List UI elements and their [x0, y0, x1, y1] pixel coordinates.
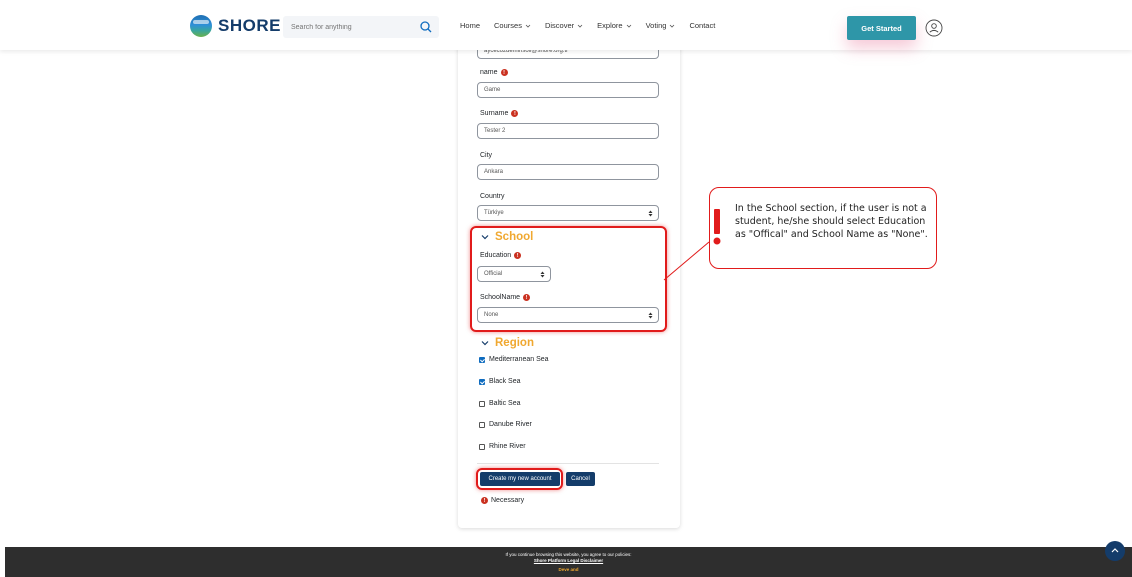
chevron-down-icon — [626, 24, 631, 28]
scroll-to-top-button[interactable] — [1105, 541, 1125, 561]
nav-label: Discover — [544, 21, 575, 30]
site-footer: If you continue browsing this website, y… — [5, 547, 1132, 577]
user-icon[interactable] — [925, 19, 943, 37]
nav-label: Explore — [597, 21, 623, 30]
search-box — [283, 16, 439, 38]
nav-item-contact[interactable]: Contact — [689, 21, 715, 30]
chevron-down-icon — [525, 24, 531, 28]
get-started-button[interactable]: Get Started — [847, 16, 916, 40]
nav-item-courses[interactable]: Courses — [494, 21, 531, 30]
nav-item-explore[interactable]: Explore — [597, 21, 631, 30]
nav-item-voting[interactable]: Voting — [646, 21, 676, 30]
chevron-down-icon — [577, 24, 583, 28]
logo[interactable]: SHORE — [190, 15, 281, 37]
annotation-connector — [663, 241, 710, 281]
footer-credit: Deve and — [558, 567, 579, 572]
annotation-text: In the School section, if the user is no… — [735, 203, 928, 240]
search-icon[interactable] — [419, 20, 433, 34]
globe-logo-icon — [190, 15, 212, 37]
search-input[interactable] — [291, 20, 411, 34]
chevron-down-icon — [670, 24, 675, 28]
page: SHORE Home Courses Discover Explore Voti… — [0, 0, 1132, 577]
footer-notice: If you continue browsing this website, y… — [505, 552, 632, 557]
chevron-up-icon — [1111, 548, 1119, 553]
logo-text: SHORE — [218, 16, 281, 35]
nav-item-home[interactable]: Home — [460, 21, 480, 30]
nav-label: Voting — [645, 21, 667, 30]
legal-disclaimer-link[interactable]: Shore Platform Legal Disclaimer — [5, 558, 1132, 563]
main-nav: Home Courses Discover Explore Voting Con… — [460, 21, 715, 30]
nav-item-discover[interactable]: Discover — [545, 21, 583, 30]
nav-label: Courses — [494, 21, 522, 30]
nav-label: Home — [460, 21, 481, 30]
annotation-callout: In the School section, if the user is no… — [709, 187, 937, 269]
nav-label: Contact — [689, 21, 716, 30]
site-header: SHORE Home Courses Discover Explore Voti… — [0, 0, 1132, 50]
exclamation-icon — [713, 209, 721, 245]
